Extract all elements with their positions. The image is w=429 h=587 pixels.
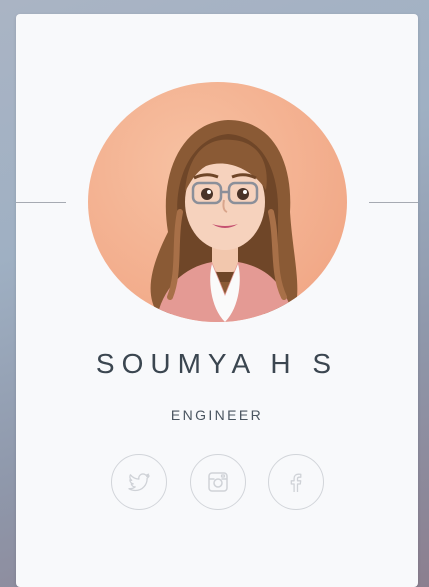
- facebook-button[interactable]: [268, 454, 324, 510]
- instagram-icon: [208, 472, 228, 492]
- profile-title: ENGINEER: [170, 407, 264, 423]
- twitter-icon: [128, 473, 150, 492]
- instagram-button[interactable]: [190, 454, 246, 510]
- facebook-icon: [290, 473, 302, 492]
- profile-name: SOUMYA H S: [95, 348, 339, 379]
- avatar: [88, 82, 347, 322]
- twitter-button[interactable]: [111, 454, 167, 510]
- social-links: [16, 454, 418, 510]
- divider-right: [369, 202, 418, 203]
- avatar-illustration: [150, 120, 298, 322]
- profile-card: SOUMYA H S ENGINEER: [16, 14, 418, 587]
- divider-left: [16, 202, 66, 203]
